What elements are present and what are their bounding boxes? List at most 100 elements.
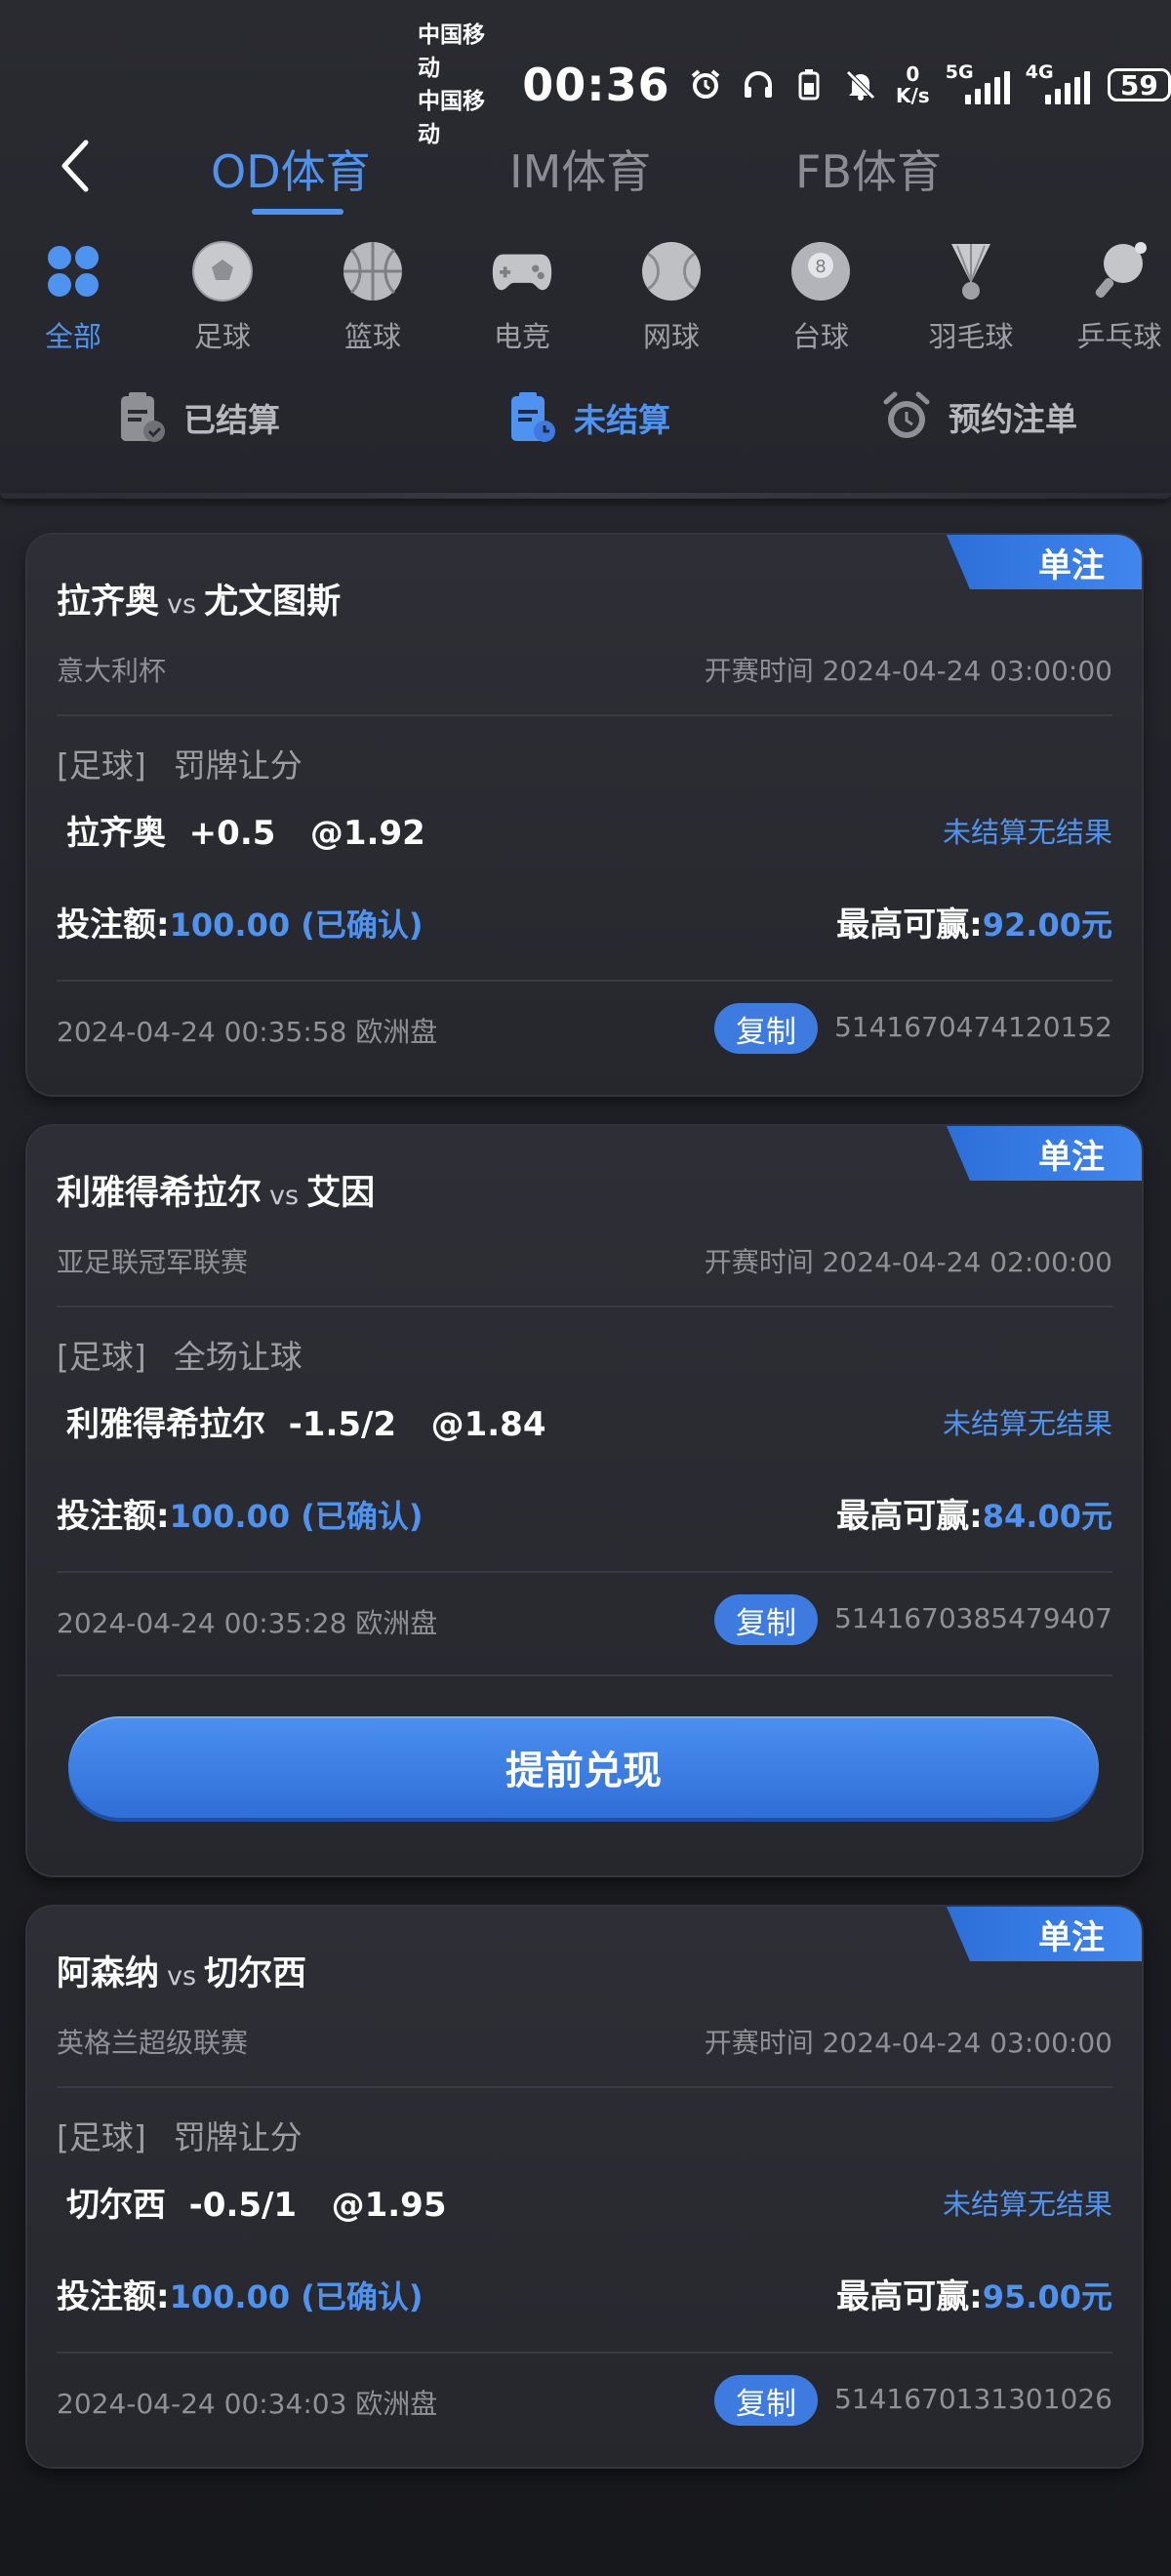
filter-unsettled-label: 未结算 [574,401,670,439]
max-win-value: 84.00元 [982,1498,1112,1535]
sport-category-bar: 全部 足球 篮球 电竞 网球 8 台球 羽毛球 乒乓球 [0,240,1171,357]
alarm-icon [883,391,930,438]
settlement-status: 未结算无结果 [942,1407,1112,1440]
platform-tabs: OD体育 IM体育 FB体育 [0,137,1171,215]
speed-value: 0 [906,62,920,86]
stake-label: 投注额: [57,1497,170,1536]
max-win: 最高可赢:84.00元 [836,1489,1112,1537]
bet-card: 单注 利雅得希拉尔 vs 艾因 亚足联冠军联赛 开赛时间 2024-04-24 02… [27,1126,1142,1875]
carrier-labels: 中国移动 中国移动 [418,19,501,151]
alarm-clock-icon [688,67,723,102]
tennis-icon [640,240,703,302]
home-team: 利雅得希拉尔 [57,1174,262,1213]
stake-amount: 投注额:100.00 (已确认) [57,2270,424,2317]
divider [57,1306,1112,1308]
category-label: 电竞 [493,320,550,353]
sport-tag: [足球] [57,746,146,785]
category-esports[interactable]: 电竞 [459,240,586,355]
sport-tag: [足球] [57,2118,146,2156]
stake-label: 投注额: [57,2277,170,2316]
max-win-value: 95.00元 [982,2278,1112,2315]
battery-icon: 59 [1107,68,1171,101]
bet-card: 单注 阿森纳 vs 切尔西 英格兰超级联赛 开赛时间 2024-04-24 03:0… [27,1907,1142,2467]
category-billiards[interactable]: 8 台球 [757,240,884,355]
away-team: 切尔西 [204,1954,307,1993]
vs-label: vs [167,589,197,620]
stake-value: 100.00 (已确认) [169,2278,424,2315]
tab-od-sports[interactable]: OD体育 [211,137,371,201]
earbuds-battery-icon [793,67,826,102]
market-info: [足球] 全场让球 [57,1331,303,1378]
divider [57,2352,1112,2354]
copy-order-button[interactable]: 复制 [714,1003,818,1054]
category-tennis[interactable]: 网球 [608,240,735,355]
max-win-label: 最高可赢: [836,906,983,945]
order-number: 5141670385479407 [833,1602,1112,1634]
unsettled-icon [511,392,555,442]
max-win-label: 最高可赢: [836,1497,983,1536]
copy-order-button[interactable]: 复制 [714,1594,818,1645]
match-title: 阿森纳 vs 切尔西 [57,1946,306,1995]
category-label: 全部 [44,320,101,353]
bet-selection: 切尔西 -0.5/1 @1.95 [66,2186,447,2225]
sport-tag: [足球] [57,1338,146,1376]
signal-4g-icon: 4G [1026,61,1090,104]
status-bar: 中国移动 中国移动 00:36 0 K/s 5G 4G 59 [418,22,1171,147]
vs-label: vs [269,1181,300,1211]
divider [57,2086,1112,2088]
order-number: 5141670131301026 [833,2383,1112,2415]
match-start-time: 开赛时间 2024-04-24 03:00:00 [704,655,1112,687]
divider [57,714,1112,716]
carrier-1: 中国移动 [418,22,485,81]
vs-label: vs [167,1961,197,1992]
max-win-value: 92.00元 [982,906,1112,944]
category-badminton[interactable]: 羽毛球 [908,240,1034,355]
home-team: 阿森纳 [57,1954,160,1993]
filter-unsettled[interactable]: 未结算 [507,390,670,445]
stake-value: 100.00 (已确认) [169,906,424,944]
soccer-icon [191,240,254,302]
filter-settled[interactable]: 已结算 [117,390,280,445]
filter-scheduled[interactable]: 预约注单 [880,390,1077,443]
bet-type-badge: 单注 [947,1126,1142,1181]
bet-selection: 拉齐奥 +0.5 @1.92 [66,814,425,853]
category-soccer[interactable]: 足球 [159,240,286,355]
header-bottom-edge [0,493,1171,499]
divider [57,1674,1112,1676]
tab-fb-sports[interactable]: FB体育 [795,137,942,201]
stake-value: 100.00 (已确认) [169,1498,424,1535]
league-name: 亚足联冠军联赛 [57,1246,249,1278]
status-time: 00:36 [522,59,670,111]
active-tab-indicator [252,209,343,215]
bet-type-badge: 单注 [947,1907,1142,1961]
bet-card: 单注 拉齐奥 vs 尤文图斯 意大利杯 开赛时间 2024-04-24 03:00:… [27,535,1142,1095]
category-all[interactable]: 全部 [10,240,137,355]
bet-time: 2024-04-24 00:34:03 欧洲盘 [57,2388,438,2420]
settlement-status: 未结算无结果 [942,2188,1112,2221]
category-basketball[interactable]: 篮球 [309,240,436,355]
home-team: 拉齐奥 [57,583,160,622]
market-info: [足球] 罚牌让分 [57,740,303,786]
stake-amount: 投注额:100.00 (已确认) [57,1489,424,1537]
basketball-icon [342,240,404,302]
market-name: 全场让球 [173,1338,303,1376]
category-pingpong[interactable]: 乒乓球 [1056,240,1171,355]
copy-order-button[interactable]: 复制 [714,2375,818,2426]
net-5g-label: 5G [945,61,974,83]
league-name: 英格兰超级联赛 [57,2027,249,2059]
away-team: 艾因 [306,1174,376,1213]
match-title: 利雅得希拉尔 vs 艾因 [57,1165,375,1215]
pingpong-icon [1088,240,1151,302]
svg-text:8: 8 [815,257,826,277]
market-info: [足球] 罚牌让分 [57,2112,303,2158]
league-name: 意大利杯 [57,655,167,687]
cash-out-button[interactable]: 提前兑现 [68,1716,1099,1818]
bet-type-badge: 单注 [947,535,1142,589]
headphones-icon [741,67,776,102]
tab-im-sports[interactable]: IM体育 [509,137,651,201]
match-start-time: 开赛时间 2024-04-24 03:00:00 [704,2027,1112,2059]
speed-unit: K/s [896,84,930,107]
category-label: 台球 [791,320,849,353]
bet-time: 2024-04-24 00:35:28 欧洲盘 [57,1607,438,1639]
category-label: 篮球 [343,320,401,353]
